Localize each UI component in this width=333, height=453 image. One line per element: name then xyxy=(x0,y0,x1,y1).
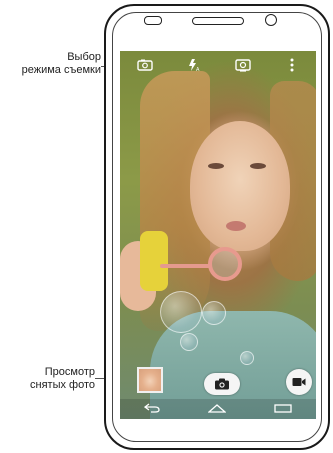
video-camera-icon xyxy=(292,378,306,386)
camera-mode-icon[interactable] xyxy=(134,54,156,76)
callout-mode-select: Выбор режима съемки xyxy=(0,51,101,77)
photo-bubble xyxy=(180,333,198,351)
callout-view-line2: снятых фото xyxy=(30,379,95,391)
more-vertical-icon[interactable] xyxy=(281,54,303,76)
photo-bubble xyxy=(202,301,226,325)
photo-wand-stick xyxy=(160,264,210,268)
proximity-sensor xyxy=(144,16,162,25)
phone-device: A xyxy=(104,4,330,450)
front-camera xyxy=(265,14,277,26)
photo-bubble xyxy=(240,351,254,365)
photo-eye-right xyxy=(250,163,266,169)
photo-bubble xyxy=(160,291,202,333)
camera-top-toolbar: A xyxy=(120,51,316,79)
callout-mode-line2: режима съемки xyxy=(21,64,101,76)
photo-bubble-wand xyxy=(140,231,168,291)
earpiece-speaker xyxy=(192,17,244,25)
video-record-button[interactable] xyxy=(286,369,312,395)
switch-camera-icon[interactable] xyxy=(232,54,254,76)
gallery-thumbnail[interactable] xyxy=(137,367,163,393)
photo-eye-left xyxy=(208,163,224,169)
photo-bubble-ring xyxy=(208,247,242,281)
home-icon[interactable] xyxy=(207,400,227,418)
recent-apps-icon[interactable] xyxy=(274,400,292,418)
photo-mouth xyxy=(226,221,246,231)
illustration: Выбор режима съемки Просмотр снятых фото xyxy=(0,0,333,453)
svg-text:A: A xyxy=(196,67,200,72)
camera-icon xyxy=(215,378,229,390)
callout-view-photos: Просмотр снятых фото xyxy=(0,366,95,392)
photo-face xyxy=(190,121,290,251)
back-icon[interactable] xyxy=(143,400,160,418)
flash-auto-icon[interactable]: A xyxy=(183,54,205,76)
callout-view-line1: Просмотр xyxy=(44,366,95,378)
camera-viewfinder[interactable]: A xyxy=(120,51,316,419)
callout-mode-line1: Выбор xyxy=(67,51,101,63)
shutter-button[interactable] xyxy=(204,373,240,395)
android-nav-bar xyxy=(120,399,316,419)
